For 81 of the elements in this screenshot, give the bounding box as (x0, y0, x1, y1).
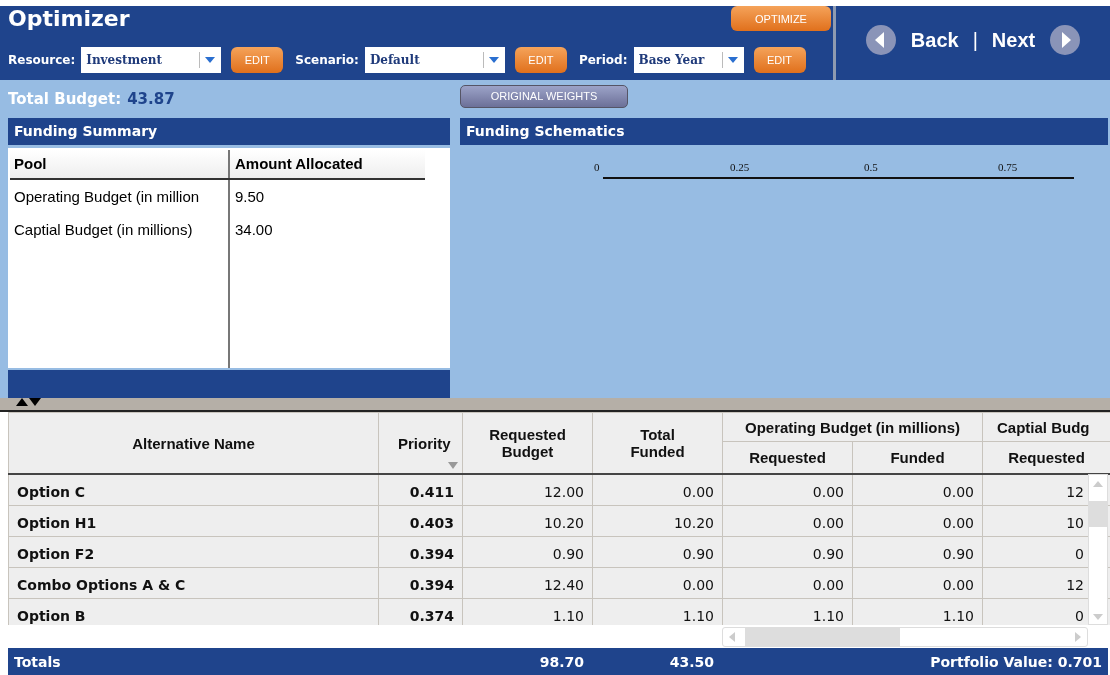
back-link[interactable]: Back (910, 28, 959, 52)
selector-label: Period: (578, 53, 628, 67)
table-cell: 0.00 (722, 505, 853, 536)
table-cell: 0.90 (852, 536, 983, 567)
dropdown[interactable]: Base Year (633, 47, 744, 73)
caret-icon (488, 57, 499, 63)
table-cell: 0.403 (378, 505, 463, 536)
app-title: Optimizer (8, 6, 130, 32)
next-link[interactable]: Next (991, 28, 1036, 52)
table-cell: Operating Budget (in million (10, 179, 230, 213)
axis-tick-label: 0.5 (864, 161, 878, 173)
table-cell: Option C (8, 474, 379, 505)
scroll-thumb[interactable] (1089, 501, 1107, 527)
table-cell: 0.00 (592, 474, 723, 505)
total-budget-label: Total Budget: (8, 89, 122, 108)
table-cell: 10.20 (592, 505, 723, 536)
table-cell: 0.00 (852, 505, 983, 536)
table-cell: 0.374 (378, 598, 463, 625)
column-header[interactable]: Requested (982, 441, 1110, 474)
table-cell: 1.10 (722, 598, 853, 625)
column-header[interactable]: Total Funded (592, 412, 723, 474)
table-cell: 0.00 (852, 567, 983, 598)
selector-label: Resource: (8, 53, 76, 67)
portfolio-value: Portfolio Value: 0.701 (930, 653, 1103, 670)
caret-icon (727, 57, 738, 63)
table-cell: Combo Options A & C (8, 567, 379, 598)
dropdown[interactable]: Investment (81, 47, 222, 73)
caret-icon (205, 57, 216, 63)
column-header[interactable]: Funded (852, 441, 983, 474)
table-cell: Option B (8, 598, 379, 625)
table-cell: 12.40 (462, 567, 593, 598)
table-cell: Captial Budget (in millions) (10, 212, 230, 246)
table-cell: 1.10 (852, 598, 983, 625)
table-cell: 1.10 (462, 598, 593, 625)
nav-separator: | (972, 28, 978, 52)
axis-tick-label: 0.75 (998, 161, 1018, 173)
scroll-left-icon[interactable] (729, 631, 735, 642)
table-cell: 1.10 (592, 598, 723, 625)
scroll-thumb[interactable] (745, 627, 900, 646)
column-group-header: Captial Budg (982, 412, 1110, 442)
panel-title: Funding Summary (8, 117, 450, 145)
collapse-arrows-icon[interactable] (16, 398, 42, 406)
scroll-down-icon[interactable] (1093, 614, 1103, 620)
dropdown[interactable]: Default (364, 47, 505, 73)
axis-tick-label: 0.25 (730, 161, 750, 173)
table-cell: Option F2 (8, 536, 379, 567)
sort-icon (448, 462, 458, 469)
total-budget-value: 43.87 (127, 89, 175, 108)
table-cell: 0.394 (378, 536, 463, 567)
totals-value: 43.50 (668, 653, 715, 670)
panel-title: Funding Schematics (460, 118, 1108, 145)
column-header[interactable]: Requested Budget (462, 412, 593, 474)
table-cell: Option H1 (8, 505, 379, 536)
horizontal-scrollbar[interactable] (722, 626, 1088, 647)
vertical-scrollbar[interactable] (1088, 474, 1108, 625)
table-cell-text: 34.00 (234, 219, 274, 240)
table-cell: 0.90 (722, 536, 853, 567)
column-header[interactable]: Priority (378, 412, 463, 474)
table-cell: 0.90 (592, 536, 723, 567)
scroll-right-icon[interactable] (1075, 631, 1081, 642)
axis-tick-label: 0 (594, 161, 600, 173)
column-group-header: Operating Budget (in millions) (722, 412, 983, 442)
table-cell: 0.00 (852, 474, 983, 505)
table-cell: 0.90 (462, 536, 593, 567)
table-cell-text: 9.50 (234, 186, 266, 207)
scroll-up-icon[interactable] (1093, 481, 1103, 487)
table-cell: 0.00 (592, 567, 723, 598)
selector-label: Scenario: (295, 53, 359, 67)
table-cell: 0.00 (722, 474, 853, 505)
table-cell: 0.394 (378, 567, 463, 598)
table-cell: 12.00 (462, 474, 593, 505)
table-cell: 0.411 (378, 474, 463, 505)
splitter-bar[interactable] (0, 398, 1110, 412)
totals-label: Totals (13, 653, 62, 670)
totals-value: 98.70 (538, 653, 585, 670)
table-cell: 0.00 (722, 567, 853, 598)
column-header[interactable]: Requested (722, 441, 853, 474)
column-header: Amount Allocated (234, 154, 364, 175)
table-cell: 10.20 (462, 505, 593, 536)
column-header[interactable]: Alternative Name (8, 412, 379, 474)
column-header: Pool (10, 149, 230, 178)
